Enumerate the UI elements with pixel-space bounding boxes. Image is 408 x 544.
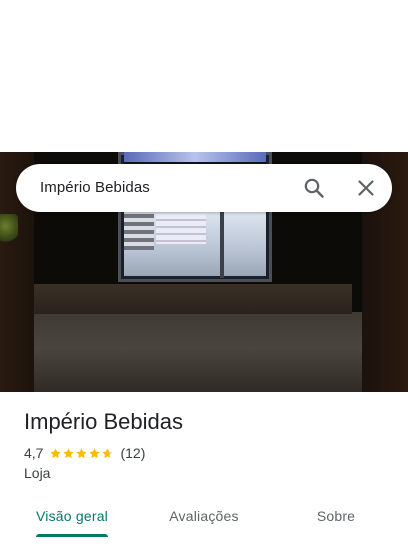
search-input[interactable]: Império Bebidas	[40, 179, 150, 196]
star-icon	[50, 447, 62, 458]
photo-door-divider	[220, 206, 224, 278]
photo-shelf	[156, 214, 206, 244]
place-category: Loja	[24, 465, 51, 481]
tab-overview[interactable]: Visão geral	[24, 496, 120, 536]
star-icon	[63, 447, 75, 458]
photo-step	[32, 284, 352, 314]
photo-floor	[0, 312, 408, 392]
photo-side-stripes	[124, 210, 154, 250]
photo-top-light	[124, 152, 266, 162]
review-count[interactable]: (12)	[120, 445, 145, 461]
tab-reviews[interactable]: Avaliações	[152, 496, 256, 536]
tab-bar: Visão geral Avaliações Sobre	[0, 496, 408, 544]
active-tab-indicator	[36, 534, 108, 537]
star-icon	[102, 447, 114, 458]
star-rating	[49, 447, 114, 460]
photo-plant	[0, 214, 18, 244]
star-icon	[89, 447, 101, 458]
close-icon[interactable]	[354, 176, 378, 200]
rating-value: 4,7	[24, 445, 44, 461]
search-icon[interactable]	[302, 176, 326, 200]
place-title: Império Bebidas	[24, 409, 183, 434]
star-icon	[76, 447, 88, 458]
search-bar[interactable]: Império Bebidas	[16, 164, 392, 212]
rating-row[interactable]: 4,7 (12)	[24, 444, 145, 462]
tab-about[interactable]: Sobre	[296, 496, 376, 536]
